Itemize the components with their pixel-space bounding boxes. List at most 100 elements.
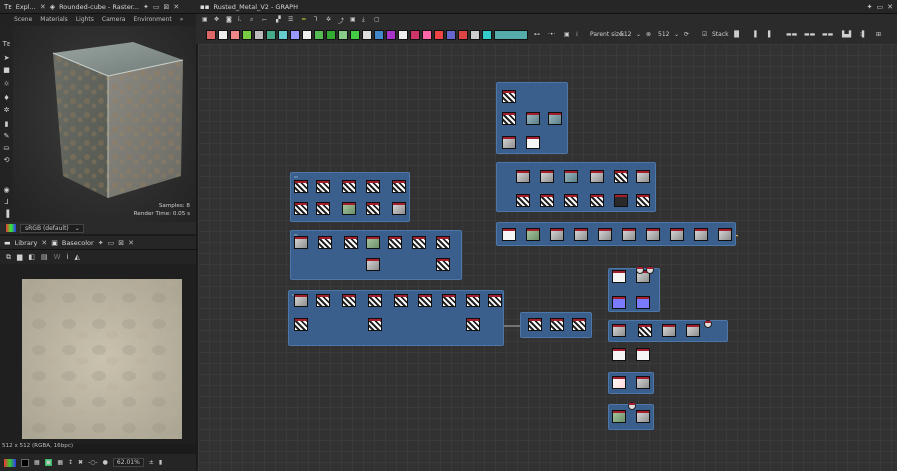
menu-scene[interactable]: Scene	[14, 16, 32, 24]
graph-node[interactable]	[612, 410, 626, 423]
color-space-select[interactable]: sRGB (default) ⌄	[20, 223, 84, 233]
graph-node[interactable]	[342, 202, 356, 215]
paint-icon[interactable]: ♦	[2, 94, 11, 103]
graph-node[interactable]	[342, 294, 356, 307]
channels-icon[interactable]: ▤	[41, 253, 48, 261]
close-icon[interactable]: ✕	[40, 3, 46, 11]
graph-node[interactable]	[436, 258, 450, 271]
comment-icon[interactable]: ⁞	[576, 31, 578, 38]
node-btn-3[interactable]	[230, 30, 240, 40]
node-btn-group[interactable]	[494, 30, 528, 40]
stack-checkbox[interactable]: ☑	[702, 31, 707, 38]
brush-icon[interactable]: ✎	[2, 132, 11, 141]
node-btn-15[interactable]	[374, 30, 384, 40]
branch-icon[interactable]: ⅂	[314, 16, 317, 23]
text-tool-icon[interactable]: Tᴇ	[2, 40, 11, 49]
node-btn-11[interactable]	[326, 30, 336, 40]
nodes-icon[interactable]: ▞	[276, 16, 281, 23]
close-icon[interactable]: ✕	[128, 239, 134, 247]
graph-node[interactable]	[436, 236, 450, 249]
pin-icon[interactable]: ✦	[98, 239, 104, 247]
chevron-down-icon[interactable]: ⌄	[674, 31, 679, 38]
distribute-h-icon[interactable]: ▬▬	[786, 31, 797, 38]
graph-node[interactable]	[574, 228, 588, 241]
graph-node[interactable]	[502, 90, 516, 103]
graph-node[interactable]	[638, 324, 652, 337]
link-icon[interactable]: ━	[302, 16, 306, 23]
frame-icon[interactable]: ▣	[202, 16, 208, 23]
node-btn-18[interactable]	[410, 30, 420, 40]
snap-icon[interactable]: ▬▬	[822, 31, 833, 38]
camera-icon[interactable]: ■	[2, 66, 11, 75]
camera-icon[interactable]: ◙	[226, 16, 232, 23]
grid-icon[interactable]: ⊞	[876, 31, 881, 38]
graph-node[interactable]	[392, 202, 406, 215]
lights-icon[interactable]: ☼	[2, 80, 11, 89]
graph-node[interactable]	[502, 136, 516, 149]
graph-node[interactable]	[316, 180, 330, 193]
graph-node[interactable]	[564, 194, 578, 207]
node-btn-22[interactable]	[458, 30, 468, 40]
2d-texture-view[interactable]	[0, 264, 196, 444]
graph-node[interactable]	[686, 324, 700, 337]
graph-node[interactable]	[636, 194, 650, 207]
node-btn-5[interactable]	[254, 30, 264, 40]
maximize-icon[interactable]: ⊠	[163, 3, 169, 11]
graph-node[interactable]	[550, 318, 564, 331]
graph-node[interactable]	[366, 258, 380, 271]
grid-icon[interactable]: ▦	[34, 459, 40, 466]
graph-node[interactable]	[550, 228, 564, 241]
output-node[interactable]	[704, 320, 712, 328]
bucket-icon[interactable]: ⛀	[2, 144, 11, 153]
graph-node[interactable]	[516, 170, 530, 183]
tab-library[interactable]: Library	[15, 239, 38, 247]
export-icon[interactable]: ◧	[28, 253, 35, 261]
graph-node[interactable]	[368, 318, 382, 331]
tab-3d-view[interactable]: Rounded-cube - Raster...	[59, 3, 139, 11]
graph-node[interactable]	[718, 228, 732, 241]
graph-node[interactable]	[526, 228, 540, 241]
align-icon[interactable]: i.	[238, 16, 242, 23]
graph-node[interactable]	[316, 202, 330, 215]
graph-node[interactable]	[466, 294, 480, 307]
maximize-icon[interactable]: ⊠	[118, 239, 124, 247]
lock-icon[interactable]: ▮	[159, 459, 162, 466]
graph-node[interactable]	[294, 318, 308, 331]
graph-node[interactable]	[612, 348, 626, 361]
close-icon[interactable]: ✕	[173, 3, 179, 11]
save-icon[interactable]: ▆	[17, 253, 22, 261]
3d-viewport[interactable]: Samples: 8 Render Time: 0.05 s	[13, 26, 196, 222]
graph-node[interactable]	[466, 318, 480, 331]
graph-node[interactable]	[488, 294, 502, 307]
dot-icon[interactable]: ●	[103, 459, 108, 466]
close-icon[interactable]: ✕	[41, 239, 47, 247]
layout-icon[interactable]: ▙▟	[842, 31, 851, 38]
graph-node[interactable]	[388, 236, 402, 249]
output-node[interactable]	[628, 402, 636, 410]
node-btn-19[interactable]	[422, 30, 432, 40]
node-btn-21[interactable]	[446, 30, 456, 40]
output-node[interactable]	[636, 266, 644, 274]
graph-node[interactable]	[548, 112, 562, 125]
menu-environment[interactable]: Environment	[133, 16, 171, 24]
graph-node[interactable]	[294, 202, 308, 215]
graph-node[interactable]	[294, 180, 308, 193]
graph-node[interactable]	[612, 324, 626, 337]
list-icon[interactable]: ☰	[288, 16, 293, 23]
graph-node[interactable]	[646, 228, 660, 241]
graph-node[interactable]	[564, 170, 578, 183]
reset-icon[interactable]: ↕	[68, 459, 73, 466]
graph-node[interactable]	[502, 112, 516, 125]
node-btn-7[interactable]	[278, 30, 288, 40]
graph-node[interactable]	[636, 376, 650, 389]
graph-node[interactable]	[502, 228, 516, 241]
graph-node[interactable]	[540, 194, 554, 207]
node-btn-9[interactable]	[302, 30, 312, 40]
node-btn-8[interactable]	[290, 30, 300, 40]
graph-node[interactable]	[366, 202, 380, 215]
connect-icon[interactable]: ⊷	[534, 31, 540, 38]
graph-node[interactable]	[442, 294, 456, 307]
node-btn-1[interactable]	[206, 30, 216, 40]
graph-node[interactable]	[670, 228, 684, 241]
menu-lights[interactable]: Lights	[76, 16, 94, 24]
